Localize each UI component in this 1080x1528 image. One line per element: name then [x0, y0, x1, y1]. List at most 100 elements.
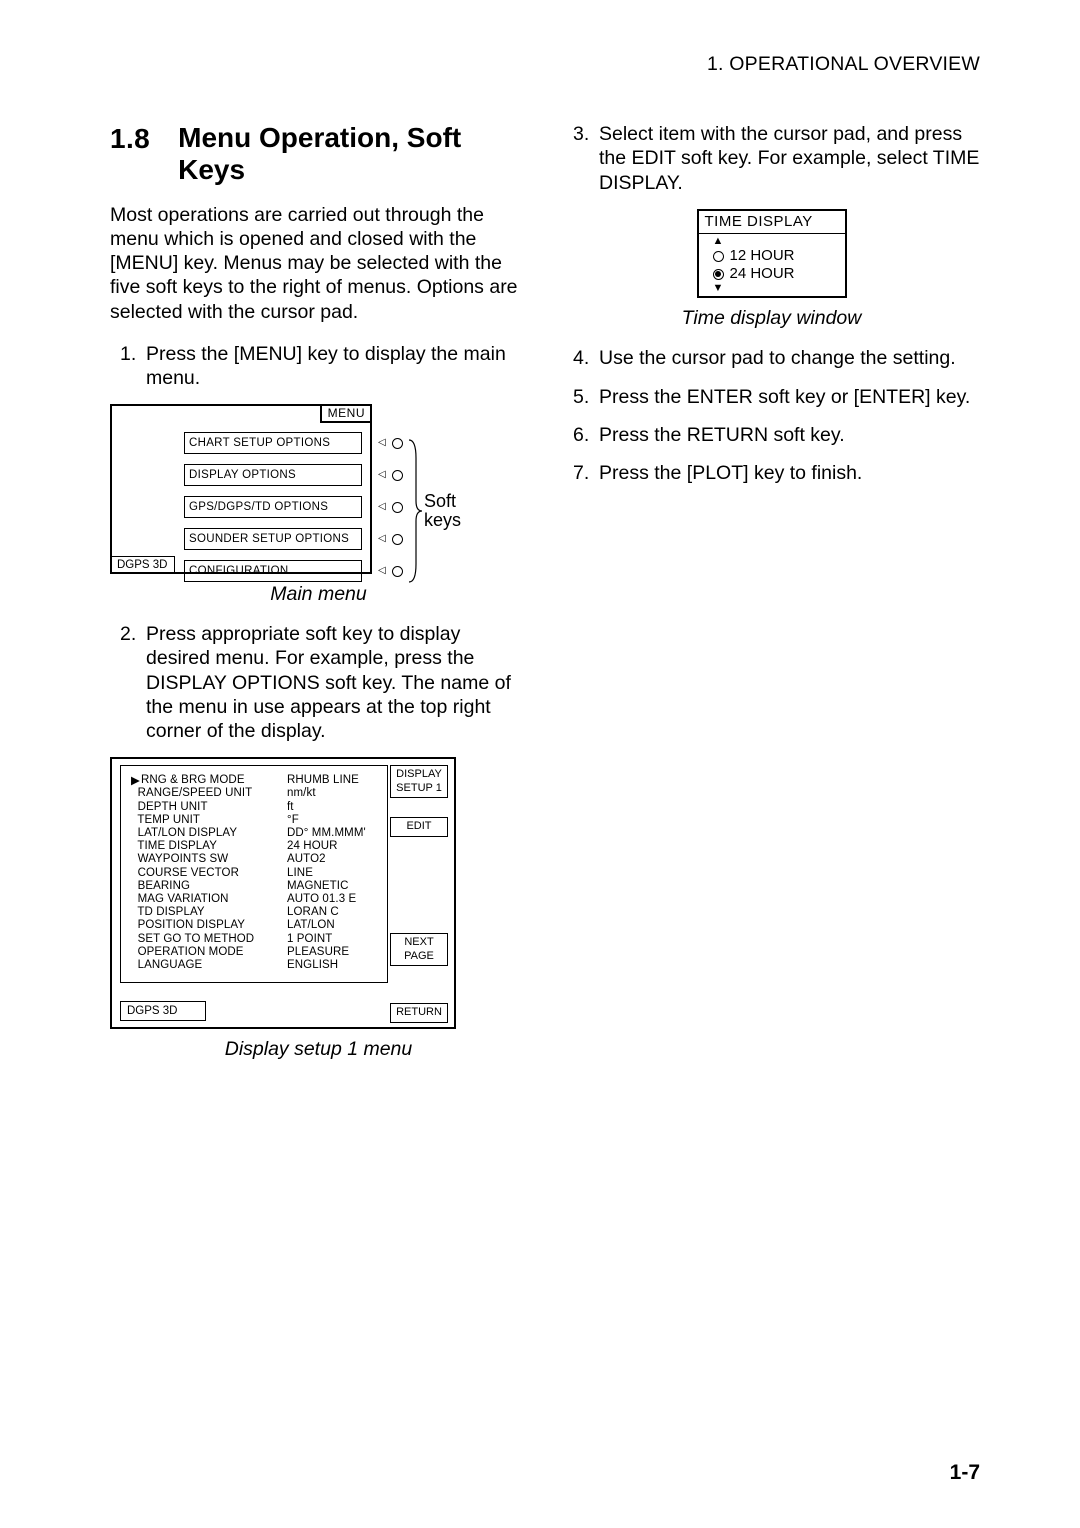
setting-value: nm/kt — [287, 787, 316, 800]
setting-key: WAYPOINTS SW — [131, 853, 287, 866]
setting-value: LAT/LON — [287, 919, 335, 932]
setting-key: ▶RNG & BRG MODE — [131, 774, 287, 787]
setting-value: PLEASURE — [287, 946, 349, 959]
option-label: 24 HOUR — [730, 265, 795, 283]
step-2: Press appropriate soft key to display de… — [110, 622, 527, 743]
triangle-left-icon: ◁ — [378, 533, 386, 545]
menu-item[interactable]: DISPLAY OPTIONS — [184, 464, 362, 486]
setting-key: DEPTH UNIT — [131, 801, 287, 814]
setting-row[interactable]: MAG VARIATIONAUTO 01.3 E — [131, 893, 379, 906]
section-title: Menu Operation, Soft Keys — [178, 122, 527, 185]
setting-row[interactable]: TD DISPLAYLORAN C — [131, 906, 379, 919]
setting-row[interactable]: TEMP UNIT°F — [131, 814, 379, 827]
triangle-left-icon: ◁ — [378, 437, 386, 449]
setting-key: RANGE/SPEED UNIT — [131, 787, 287, 800]
setting-value: °F — [287, 814, 299, 827]
setting-value: AUTO2 — [287, 853, 326, 866]
softkey-button-icon — [392, 470, 403, 481]
triangle-left-icon: ◁ — [378, 469, 386, 481]
softkey-button-icon — [392, 534, 403, 545]
triangle-left-icon: ◁ — [378, 565, 386, 577]
figure-time-display: TIME DISPLAY ▲ 12 HOUR 24 HOUR ▼ — [697, 209, 847, 299]
intro-paragraph: Most operations are carried out through … — [110, 203, 527, 324]
setting-row[interactable]: TIME DISPLAY24 HOUR — [131, 840, 379, 853]
main-menu-header: MENU — [320, 405, 371, 423]
menu-item[interactable]: CONFIGURATION — [184, 560, 362, 582]
setting-value: LORAN C — [287, 906, 339, 919]
setting-row[interactable]: RANGE/SPEED UNITnm/kt — [131, 787, 379, 800]
gps-status: DGPS 3D — [120, 1001, 206, 1021]
figure-caption: Display setup 1 menu — [110, 1037, 527, 1061]
setting-key: TIME DISPLAY — [131, 840, 287, 853]
radio-unselected-icon — [713, 251, 724, 262]
setting-key: OPERATION MODE — [131, 946, 287, 959]
figure-display-setup: ▶RNG & BRG MODERHUMB LINE RANGE/SPEED UN… — [110, 757, 456, 1029]
setting-key: LAT/LON DISPLAY — [131, 827, 287, 840]
setting-row[interactable]: ▶RNG & BRG MODERHUMB LINE — [131, 774, 379, 787]
brace-icon — [408, 438, 422, 584]
menu-item[interactable]: SOUNDER SETUP OPTIONS — [184, 528, 362, 550]
arrow-up-icon[interactable]: ▲ — [713, 236, 839, 247]
radio-selected-icon — [713, 269, 724, 280]
softkey-next-page[interactable]: NEXT PAGE — [390, 933, 448, 966]
option-label: 12 HOUR — [730, 247, 795, 265]
setting-value: MAGNETIC — [287, 880, 349, 893]
setting-row[interactable]: SET GO TO METHOD1 POINT — [131, 933, 379, 946]
setting-key: COURSE VECTOR — [131, 867, 287, 880]
step-7: Press the [PLOT] key to finish. — [563, 461, 980, 485]
setting-row[interactable]: COURSE VECTORLINE — [131, 867, 379, 880]
arrow-down-icon[interactable]: ▼ — [713, 283, 839, 294]
softkeys-label: Soft keys — [424, 492, 461, 530]
softkey-indicator[interactable]: ◁ — [378, 464, 403, 486]
step-3: Select item with the cursor pad, and pre… — [563, 122, 980, 195]
setting-row[interactable]: LAT/LON DISPLAYDD° MM.MMM' — [131, 827, 379, 840]
softkey-button-icon — [392, 502, 403, 513]
setting-row[interactable]: POSITION DISPLAYLAT/LON — [131, 919, 379, 932]
setting-value: 1 POINT — [287, 933, 332, 946]
menu-item[interactable]: CHART SETUP OPTIONS — [184, 432, 362, 454]
softkey-indicator[interactable]: ◁ — [378, 432, 403, 454]
softkey-return[interactable]: RETURN — [390, 1003, 448, 1023]
softkey-button-icon — [392, 566, 403, 577]
page-number: 1-7 — [950, 1460, 980, 1486]
setting-key: POSITION DISPLAY — [131, 919, 287, 932]
softkey-indicator[interactable]: ◁ — [378, 528, 403, 550]
setting-key: MAG VARIATION — [131, 893, 287, 906]
setting-row[interactable]: LANGUAGEENGLISH — [131, 959, 379, 972]
section-number: 1.8 — [110, 122, 150, 157]
setting-row[interactable]: DEPTH UNITft — [131, 801, 379, 814]
left-column: 1.8 Menu Operation, Soft Keys Most opera… — [110, 122, 527, 1077]
menu-item[interactable]: GPS/DGPS/TD OPTIONS — [184, 496, 362, 518]
figure-main-menu: MENU CHART SETUP OPTIONS DISPLAY OPTIONS… — [110, 404, 458, 574]
setting-value: ENGLISH — [287, 959, 338, 972]
time-option-24[interactable]: 24 HOUR — [713, 265, 839, 283]
figure-caption: Time display window — [563, 306, 980, 330]
setting-key: LANGUAGE — [131, 959, 287, 972]
cursor-icon: ▶ — [131, 775, 140, 788]
setting-key: TEMP UNIT — [131, 814, 287, 827]
time-display-title: TIME DISPLAY — [699, 211, 845, 235]
setting-row[interactable]: OPERATION MODEPLEASURE — [131, 946, 379, 959]
softkey-edit[interactable]: EDIT — [390, 817, 448, 837]
setting-row[interactable]: BEARINGMAGNETIC — [131, 880, 379, 893]
step-1: Press the [MENU] key to display the main… — [110, 342, 527, 390]
step-5: Press the ENTER soft key or [ENTER] key. — [563, 385, 980, 409]
gps-status: DGPS 3D — [111, 556, 175, 573]
setting-key: TD DISPLAY — [131, 906, 287, 919]
setting-row[interactable]: WAYPOINTS SWAUTO2 — [131, 853, 379, 866]
setting-value: RHUMB LINE — [287, 774, 359, 787]
setting-key: SET GO TO METHOD — [131, 933, 287, 946]
step-4: Use the cursor pad to change the setting… — [563, 346, 980, 370]
softkey-display-setup-1[interactable]: DISPLAY SETUP 1 — [390, 765, 448, 798]
triangle-left-icon: ◁ — [378, 501, 386, 513]
setting-key: BEARING — [131, 880, 287, 893]
step-6: Press the RETURN soft key. — [563, 423, 980, 447]
setting-value: ft — [287, 801, 294, 814]
setting-value: 24 HOUR — [287, 840, 338, 853]
softkey-indicator[interactable]: ◁ — [378, 496, 403, 518]
right-column: Select item with the cursor pad, and pre… — [563, 122, 980, 1077]
setting-value: AUTO 01.3 E — [287, 893, 356, 906]
time-option-12[interactable]: 12 HOUR — [713, 247, 839, 265]
softkey-indicator[interactable]: ◁ — [378, 560, 403, 582]
setting-value: DD° MM.MMM' — [287, 827, 366, 840]
